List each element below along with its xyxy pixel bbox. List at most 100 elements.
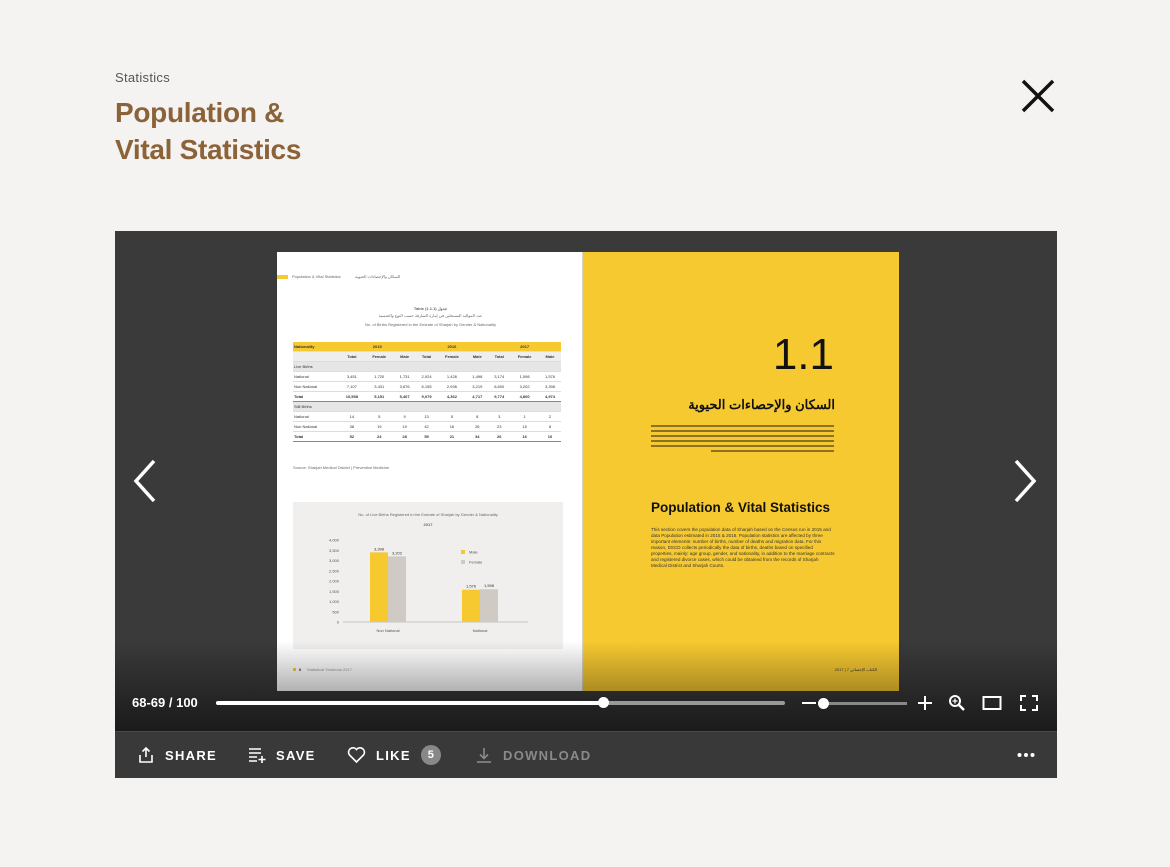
table-cell: 9,079 — [415, 391, 438, 402]
progress-fill — [216, 701, 603, 705]
table-cell: 16 — [510, 431, 539, 442]
download-label: DOWNLOAD — [503, 747, 592, 763]
table-cell: 19 — [364, 421, 394, 432]
page-counter: 68-69 / 100 — [132, 695, 198, 710]
table-cell: 55 — [415, 431, 438, 442]
table-cell: 13 — [415, 411, 438, 422]
table-cell: 7,107 — [338, 381, 365, 392]
fullscreen-button[interactable] — [1019, 694, 1039, 717]
zoom-slider[interactable] — [818, 698, 907, 709]
close-icon — [1021, 79, 1055, 113]
previous-page-button[interactable] — [130, 456, 160, 506]
table-section-label: Live Births — [293, 361, 561, 372]
x-tick-label: National — [473, 628, 488, 633]
single-page-view-button[interactable] — [982, 694, 1002, 717]
save-button[interactable]: SAVE — [248, 732, 316, 778]
legend-label: Female — [469, 560, 483, 565]
download-button[interactable]: DOWNLOAD — [475, 732, 591, 778]
table-cell: 38 — [338, 421, 365, 432]
chart-bar — [480, 589, 498, 622]
next-page-button[interactable] — [1010, 456, 1040, 506]
table-cell: 10 — [539, 431, 561, 442]
title-line-2: Vital Statistics — [115, 134, 302, 165]
like-button[interactable]: LIKE 5 — [347, 732, 441, 778]
document-page-left[interactable]: Population & Vital Statistics السكان وال… — [277, 252, 584, 691]
download-icon — [477, 748, 491, 763]
chart-bar — [388, 556, 406, 622]
bar-data-label: 1,576 — [466, 584, 477, 589]
footer-label: 2017 | الكتاب الإحصائي — [834, 667, 877, 672]
table-cell: 3,398 — [539, 381, 561, 392]
share-icon — [139, 746, 153, 763]
running-head: Population & Vital Statistics — [292, 274, 341, 279]
like-count-badge: 5 — [420, 745, 441, 765]
table-source: Source: Sharjah Medical District | Preve… — [293, 465, 390, 470]
table-cell: 14 — [338, 411, 365, 422]
bar-data-label: 3,398 — [374, 546, 385, 551]
footer-marker — [293, 668, 296, 671]
table-cell: 42 — [415, 421, 438, 432]
table-cell: 8 — [466, 411, 489, 422]
table-cell: 1,731 — [393, 371, 416, 382]
share-button[interactable]: SHARE — [137, 732, 217, 778]
y-tick-label: 2,000 — [329, 579, 340, 584]
table-cell: 4,717 — [466, 391, 489, 402]
table-year: 2016 — [415, 342, 489, 352]
table-row: Non National 7,107 3,431 3,676 6,155 2,936 3,2… — [293, 381, 561, 392]
zoom-in-button[interactable] — [916, 694, 934, 717]
chart-bar — [462, 589, 480, 622]
table-cell: 5,407 — [393, 391, 416, 402]
zoom-handle[interactable] — [818, 698, 829, 709]
row-label: Non National — [293, 421, 339, 432]
page-footer-right: 2017 | الكتاب الإحصائي 7 — [835, 667, 877, 672]
table-cell: 21 — [437, 431, 467, 442]
table-cell: 5 — [364, 411, 394, 422]
table-cell: 1,598 — [510, 371, 539, 382]
bar-data-label: 3,202 — [392, 550, 403, 555]
table-cell: 4,362 — [437, 391, 467, 402]
page-number-right: 7 — [846, 667, 850, 672]
table-cell: 2,924 — [415, 371, 438, 382]
table-cell: 2,936 — [437, 381, 467, 392]
fullscreen-icon — [1020, 695, 1038, 711]
y-tick-label: 1,500 — [329, 589, 340, 594]
table-cell: 6,155 — [415, 381, 438, 392]
table-caption: No. of Births Registered in the Emirate … — [365, 322, 496, 327]
document-page-right[interactable]: 1.1 السكان والإحصاءات الحيوية Population… — [584, 252, 899, 691]
bar-data-label: 1,598 — [484, 583, 495, 588]
close-button[interactable] — [1018, 76, 1058, 116]
table-row: Non National 38 19 19 42 16 26 23 15 8 — [293, 421, 561, 432]
table-cell: 2 — [539, 411, 561, 422]
magnify-button[interactable] — [948, 694, 966, 717]
page-progress-slider[interactable] — [216, 697, 785, 708]
section-number: 1.1 — [772, 330, 834, 379]
table-cell: 3,451 — [338, 371, 365, 382]
y-tick-label: 1,000 — [329, 599, 340, 604]
table-cell: 3,676 — [393, 381, 416, 392]
row-label: Non National — [293, 381, 339, 392]
more-options-button[interactable] — [1017, 732, 1045, 778]
table-cell: 3,202 — [510, 381, 539, 392]
table-year: 2015 — [338, 342, 416, 352]
chevron-right-icon — [1014, 459, 1037, 503]
table-title-arabic: عدد المواليد المسجلين في إمارة الشارقة ح… — [378, 313, 483, 318]
document-viewer: Population & Vital Statistics السكان وال… — [115, 231, 1057, 731]
table-row: National 14 5 9 13 5 8 3 1 2 — [293, 411, 561, 422]
row-label: National — [293, 411, 339, 422]
table-cell: 52 — [338, 431, 365, 442]
chevron-left-icon — [133, 459, 156, 503]
table-cell: 23 — [488, 421, 511, 432]
legend-swatch — [461, 560, 465, 564]
single-page-icon — [982, 696, 1002, 710]
section-title-arabic: السكان والإحصاءات الحيوية — [688, 397, 835, 412]
zoom-out-button[interactable] — [800, 694, 818, 717]
row-label: Total — [293, 391, 339, 402]
progress-handle[interactable] — [597, 697, 609, 708]
table-cell: 1,426 — [437, 371, 467, 382]
legend-label: Male — [469, 550, 478, 555]
plus-icon — [918, 696, 932, 710]
table-cell: 16 — [437, 421, 467, 432]
table-cell: 3,219 — [466, 381, 489, 392]
table-cell: 6,600 — [488, 381, 511, 392]
row-label: National — [293, 371, 339, 382]
